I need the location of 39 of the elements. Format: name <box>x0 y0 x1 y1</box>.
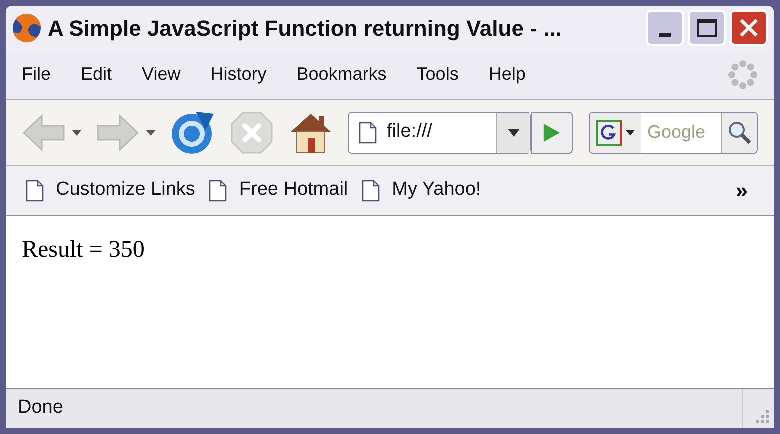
page-icon <box>362 180 380 202</box>
search-bar[interactable]: Google <box>589 112 758 154</box>
dropdown-arrow-icon[interactable] <box>146 130 156 136</box>
result-text: Result = 350 <box>22 236 146 265</box>
dropdown-arrow-icon[interactable] <box>72 130 82 136</box>
search-button[interactable] <box>721 112 757 152</box>
window-title: A Simple JavaScript Function returning Value - ... <box>48 14 563 43</box>
google-logo-icon <box>596 120 622 146</box>
bookmark-link[interactable]: Free Hotmail <box>239 176 348 205</box>
caret-icon <box>626 130 636 136</box>
menu-item[interactable]: View <box>142 61 181 88</box>
caret-icon <box>508 128 520 136</box>
menu-item[interactable]: File <box>22 61 52 88</box>
bookmark-link[interactable]: My Yahoo! <box>392 176 482 205</box>
menu-item[interactable]: Tools <box>416 61 459 88</box>
menu-item[interactable]: History <box>210 61 267 88</box>
overflow-chevron[interactable]: » <box>736 174 754 207</box>
close-icon <box>738 17 760 39</box>
page-icon <box>26 180 44 202</box>
address-text: file:/// <box>387 120 434 144</box>
menu-item[interactable]: Help <box>488 61 526 88</box>
throbber-icon <box>728 60 758 90</box>
search-engine-button[interactable] <box>590 112 642 152</box>
close-button[interactable] <box>730 10 768 46</box>
page-icon <box>359 122 377 144</box>
browser-logo-icon <box>12 13 42 43</box>
maximize-button[interactable] <box>688 10 726 46</box>
address-field[interactable]: file:/// <box>348 112 531 154</box>
search-icon <box>728 120 752 144</box>
address-dropdown-button[interactable] <box>496 112 530 152</box>
menu-item[interactable]: Bookmarks <box>296 61 387 88</box>
page-icon <box>209 180 228 202</box>
status-text: Done <box>18 396 64 420</box>
reload-button[interactable] <box>170 110 216 156</box>
resize-grip-icon[interactable] <box>756 410 770 424</box>
minimize-button[interactable] <box>646 10 684 46</box>
bookmark-link[interactable]: Customize Links <box>56 176 196 205</box>
play-icon <box>543 122 562 142</box>
menu-item[interactable]: Edit <box>81 61 112 88</box>
